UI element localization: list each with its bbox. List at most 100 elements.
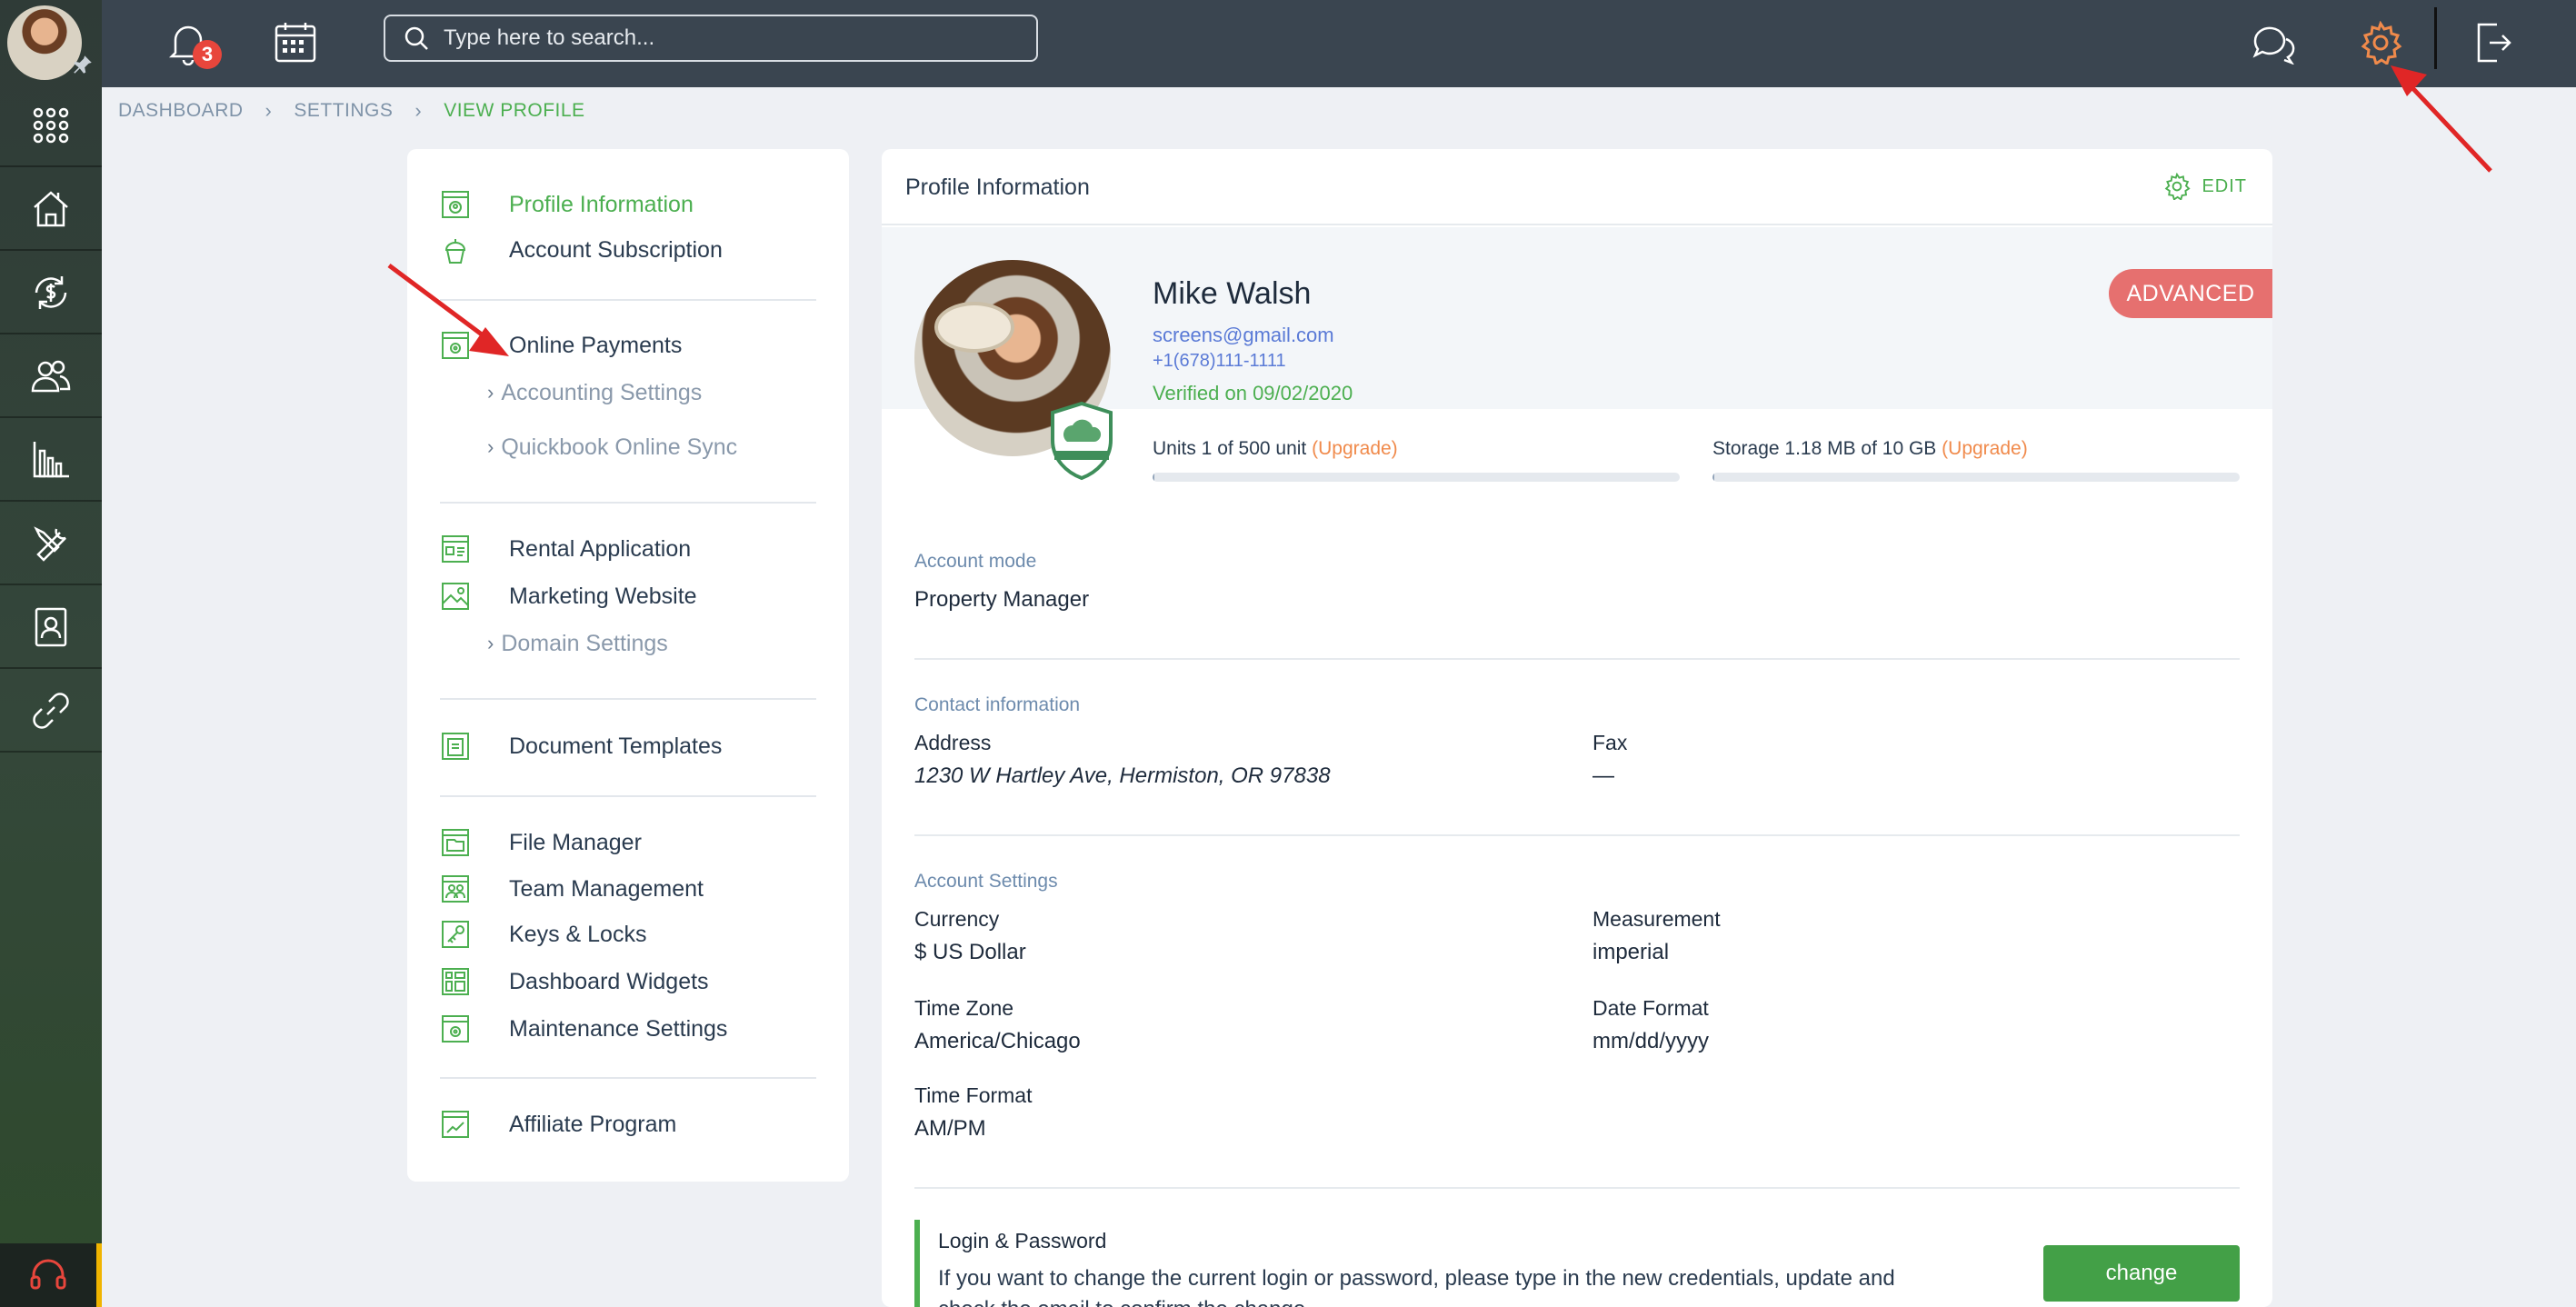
breadcrumb-separator-icon: ›: [414, 99, 423, 122]
support-headset-icon[interactable]: [0, 1243, 102, 1307]
maintenance-gear-icon: [440, 1013, 471, 1044]
storage-upgrade-link[interactable]: (Upgrade): [1942, 438, 2028, 459]
contacts-card-icon[interactable]: [0, 587, 102, 669]
left-rail: [0, 0, 102, 1307]
menu-label: Maintenance Settings: [509, 1015, 728, 1042]
chevron-right-icon: ›: [487, 381, 494, 404]
menu-label: Team Management: [509, 875, 704, 902]
profile-email[interactable]: screens@gmail.com: [1153, 324, 1334, 347]
fax-value: —: [1593, 763, 1614, 788]
chevron-right-icon: ›: [487, 632, 494, 654]
storage-progress-bar: [1712, 473, 2240, 482]
apps-grid-icon[interactable]: [0, 85, 102, 167]
annotation-arrow-online-payments: [387, 263, 509, 356]
menu-subitem-domain-settings[interactable]: › Domain Settings: [487, 627, 668, 660]
fax-label: Fax: [1593, 731, 1628, 754]
properties-house-icon[interactable]: [0, 169, 102, 251]
pin-icon[interactable]: [71, 53, 95, 76]
menu-item-maintenance-settings[interactable]: Maintenance Settings: [440, 1011, 727, 1047]
breadcrumb-view-profile: VIEW PROFILE: [444, 100, 585, 121]
verified-date: Verified on 09/02/2020: [1153, 382, 1353, 404]
tools-wrench-icon[interactable]: [0, 504, 102, 585]
menu-subitem-accounting-settings[interactable]: › Accounting Settings: [487, 376, 702, 409]
reports-chart-icon[interactable]: [0, 420, 102, 502]
account-settings-label: Account Settings: [914, 871, 1058, 892]
edit-button[interactable]: EDIT: [2163, 173, 2247, 200]
login-password-section: Login & Password If you want to change t…: [914, 1220, 2240, 1307]
people-icon[interactable]: [0, 336, 102, 418]
chat-bubbles-icon[interactable]: [2243, 13, 2303, 73]
breadcrumb-separator-icon: ›: [265, 99, 273, 122]
gear-icon: [2165, 173, 2192, 200]
measurement-value: imperial: [1593, 940, 1670, 964]
top-bar: 3: [102, 0, 2576, 87]
menu-label: Quickbook Online Sync: [501, 434, 738, 460]
menu-item-dashboard-widgets[interactable]: Dashboard Widgets: [440, 963, 709, 1000]
menu-label: Marketing Website: [509, 583, 697, 609]
search-icon: [404, 26, 428, 50]
menu-item-keys-locks[interactable]: Keys & Locks: [440, 916, 646, 953]
menu-item-affiliate-program[interactable]: Affiliate Program: [440, 1106, 676, 1142]
change-credentials-button[interactable]: change: [2043, 1245, 2240, 1302]
menu-label: Dashboard Widgets: [509, 968, 709, 994]
chevron-right-icon: ›: [487, 435, 494, 458]
profile-phone[interactable]: +1(678)111-1111: [1153, 351, 1286, 372]
profile-card: Profile Information EDIT Mike Walsh scre…: [882, 149, 2272, 1307]
units-upgrade-link[interactable]: (Upgrade): [1312, 438, 1398, 459]
menu-item-document-templates[interactable]: Document Templates: [440, 728, 722, 764]
image-icon: [440, 581, 471, 612]
accounting-dollar-icon[interactable]: [0, 253, 102, 334]
section-divider: [914, 658, 2240, 660]
calendar-icon[interactable]: [265, 13, 325, 73]
storage-usage: Storage 1.18 MB of 10 GB (Upgrade): [1712, 438, 2028, 460]
menu-label: Keys & Locks: [509, 921, 647, 947]
units-text: Units 1 of 500 unit: [1153, 438, 1307, 459]
address-label: Address: [914, 731, 992, 754]
menu-label: Accounting Settings: [501, 379, 703, 405]
time-format-value: AM/PM: [914, 1116, 986, 1141]
menu-item-rental-application[interactable]: Rental Application: [440, 531, 691, 567]
application-form-icon: [440, 534, 471, 564]
affiliate-chart-icon: [440, 1109, 471, 1140]
storage-text: Storage 1.18 MB of 10 GB: [1712, 438, 1937, 459]
menu-label: Account Subscription: [509, 236, 723, 263]
breadcrumb: DASHBOARD › SETTINGS › VIEW PROFILE: [118, 98, 585, 124]
menu-label: Rental Application: [509, 535, 692, 562]
login-title: Login & Password: [938, 1229, 1107, 1252]
document-template-icon: [440, 731, 471, 762]
profile-doc-icon: [440, 189, 471, 220]
link-icon[interactable]: [0, 671, 102, 753]
profile-card-header: Profile Information EDIT: [882, 149, 2272, 225]
timezone-label: Time Zone: [914, 996, 1014, 1020]
notifications-bell-icon[interactable]: 3: [158, 13, 222, 73]
contact-info-label: Contact information: [914, 694, 1081, 715]
menu-subitem-quickbook-online-sync[interactable]: › Quickbook Online Sync: [487, 431, 737, 464]
menu-label: Document Templates: [509, 733, 723, 759]
login-description: If you want to change the current login …: [938, 1266, 1895, 1307]
account-mode-value: Property Manager: [914, 587, 1090, 612]
breadcrumb-dashboard[interactable]: DASHBOARD: [118, 100, 244, 122]
annotation-arrow-settings: [2391, 65, 2492, 173]
date-format-label: Date Format: [1593, 996, 1709, 1020]
currency-value: $ US Dollar: [914, 940, 1026, 964]
search-box[interactable]: [384, 15, 1038, 62]
menu-item-profile-information[interactable]: Profile Information: [440, 186, 694, 223]
menu-divider: [440, 795, 816, 797]
timezone-value: America/Chicago: [914, 1029, 1081, 1053]
search-input[interactable]: [444, 25, 1007, 51]
address-value: 1230 W Hartley Ave, Hermiston, OR 97838: [914, 763, 1331, 788]
menu-item-file-manager[interactable]: File Manager: [440, 824, 642, 861]
menu-divider: [440, 1077, 816, 1079]
menu-label: Profile Information: [509, 191, 694, 217]
breadcrumb-settings[interactable]: SETTINGS: [294, 100, 393, 122]
notifications-count-badge: 3: [193, 40, 222, 69]
profile-card-title: Profile Information: [905, 175, 1090, 200]
units-progress-bar: [1153, 473, 1680, 482]
menu-item-marketing-website[interactable]: Marketing Website: [440, 578, 697, 614]
menu-item-team-management[interactable]: Team Management: [440, 871, 704, 907]
date-format-value: mm/dd/yyyy: [1593, 1029, 1710, 1053]
currency-label: Currency: [914, 907, 1000, 931]
menu-label: Affiliate Program: [509, 1111, 677, 1137]
menu-label: File Manager: [509, 829, 642, 855]
edit-label: EDIT: [2202, 175, 2247, 196]
